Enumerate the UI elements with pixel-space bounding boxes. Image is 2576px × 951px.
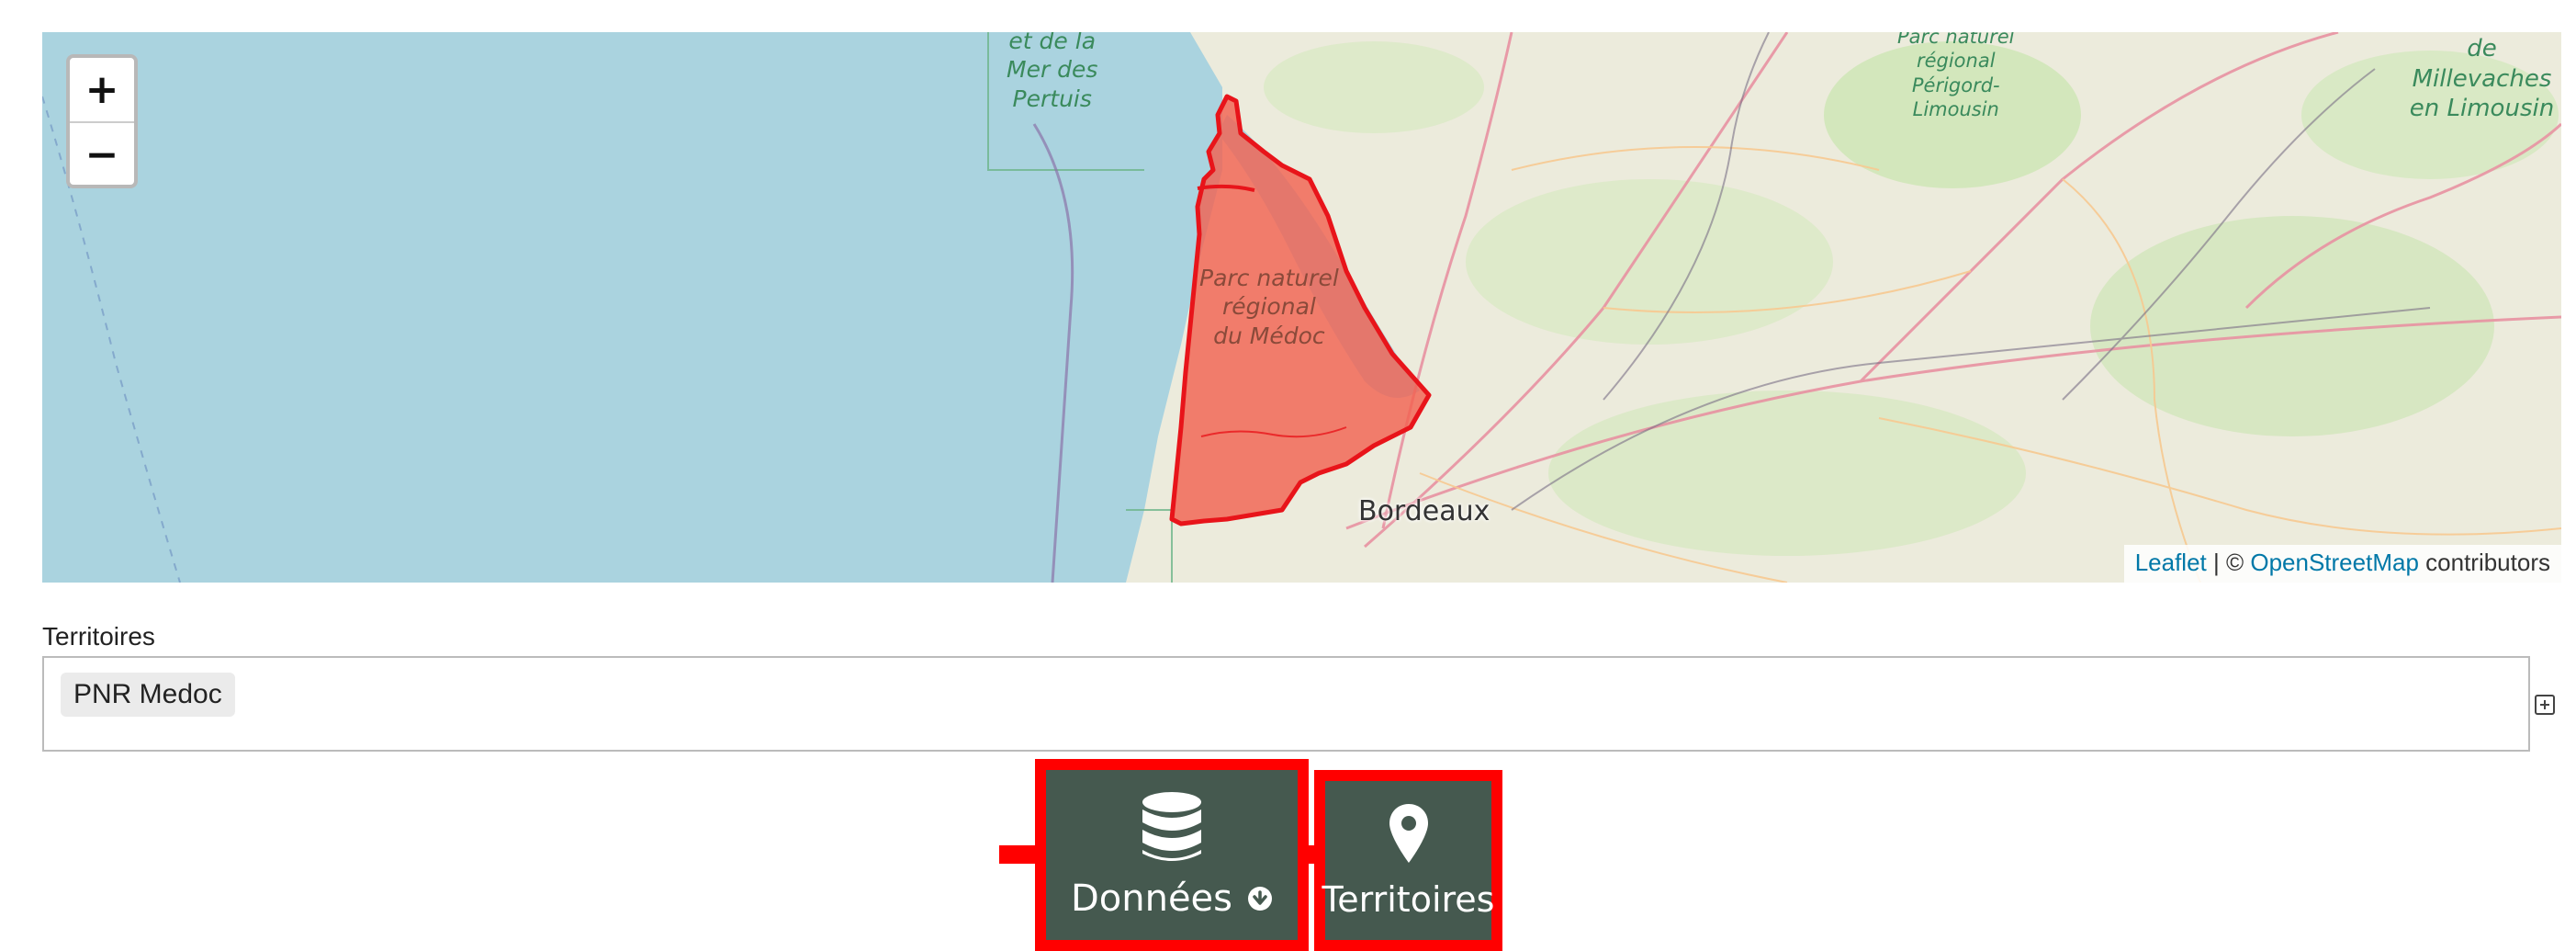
- map-marker-icon: [1389, 803, 1428, 863]
- database-icon: [1142, 791, 1201, 861]
- territoire-tag[interactable]: PNR Medoc: [61, 673, 235, 717]
- territoires-button[interactable]: Territoires: [1314, 770, 1502, 951]
- map-attribution: Leaflet | © OpenStreetMap contributors: [2123, 545, 2561, 583]
- territoires-select[interactable]: PNR Medoc: [42, 656, 2530, 752]
- chevron-down-circle-icon: [1248, 886, 1273, 911]
- zoom-out-button[interactable]: −: [70, 123, 134, 185]
- territoires-field-label: Territoires: [42, 622, 155, 651]
- map[interactable]: et de la Mer des Pertuis Parc naturel ré…: [42, 32, 2561, 583]
- map-label-pnr-perigord: Parc naturel régional Périgord- Limousin: [1897, 32, 2015, 120]
- map-label-pnr-medoc: Parc naturel régional du Médoc: [1199, 265, 1339, 349]
- leaflet-link[interactable]: Leaflet: [2135, 549, 2207, 576]
- openstreetmap-link[interactable]: OpenStreetMap: [2250, 549, 2419, 576]
- donnees-label: Données: [1070, 877, 1233, 920]
- map-label-bordeaux: Bordeaux: [1358, 495, 1490, 527]
- attribution-suffix: contributors: [2418, 549, 2550, 576]
- attribution-separator: | ©: [2206, 549, 2251, 576]
- donnees-button[interactable]: Données: [1035, 759, 1309, 951]
- zoom-control: + −: [66, 54, 138, 188]
- add-square-icon[interactable]: [2535, 695, 2555, 715]
- map-label-millevaches: de Millevaches en Limousin: [2409, 35, 2555, 122]
- territoires-nav-label: Territoires: [1322, 878, 1495, 920]
- map-label-mer-des-pertuis: et de la Mer des Pertuis: [1007, 32, 1098, 112]
- zoom-in-button[interactable]: +: [70, 58, 134, 123]
